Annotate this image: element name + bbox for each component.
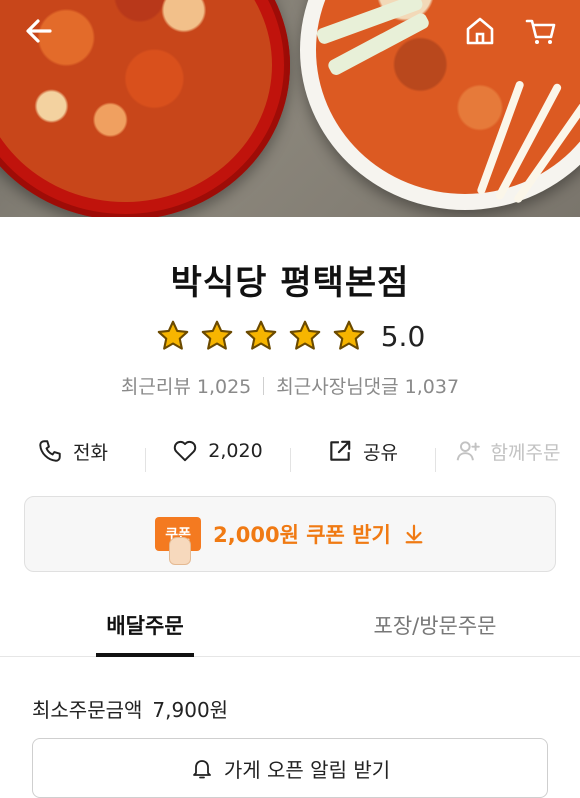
order-type-tabs: 배달주문 포장/방문주문 — [0, 598, 580, 657]
group-order-label: 함께주문 — [490, 441, 561, 464]
store-hero-image — [0, 0, 580, 217]
star-icon — [333, 320, 365, 350]
download-arrow-icon — [403, 523, 425, 545]
add-person-icon — [456, 441, 480, 461]
home-icon — [466, 17, 494, 45]
heart-icon — [174, 440, 197, 462]
call-button[interactable]: 전화 — [0, 438, 145, 465]
tab-delivery[interactable]: 배달주문 — [0, 598, 290, 657]
recent-reviews-link[interactable]: 최근리뷰 1,025 — [121, 372, 251, 399]
pointing-hand-icon — [169, 537, 192, 565]
back-button[interactable] — [22, 14, 56, 48]
store-actions: 전화 2,020 공유 함께주문 — [0, 428, 580, 474]
open-alert-label: 가게 오픈 알림 받기 — [223, 757, 391, 782]
rating-value: 5.0 — [380, 319, 426, 353]
star-icon — [157, 320, 189, 350]
cart-icon — [525, 19, 556, 44]
like-count: 2,020 — [208, 440, 263, 462]
star-icon — [289, 320, 321, 350]
min-order-label: 최소주문금액 — [32, 698, 143, 722]
star-icon — [201, 320, 233, 350]
star-icon — [245, 320, 277, 350]
call-label: 전화 — [73, 441, 108, 464]
home-button[interactable] — [463, 14, 497, 48]
share-icon — [330, 440, 351, 461]
coupon-download-button[interactable]: 쿠폰 2,000원 쿠폰 받기 — [24, 496, 556, 572]
group-order-button[interactable]: 함께주문 — [435, 438, 580, 472]
open-alert-button[interactable]: 가게 오픈 알림 받기 — [32, 738, 548, 798]
tab-pickup[interactable]: 포장/방문주문 — [290, 598, 580, 656]
like-button[interactable]: 2,020 — [145, 438, 290, 472]
share-button[interactable]: 공유 — [290, 438, 435, 472]
coupon-badge-icon: 쿠폰 — [155, 517, 202, 565]
owner-replies-count: 최근사장님댓글 1,037 — [276, 376, 460, 398]
arrow-left-icon — [26, 19, 52, 43]
min-order-amount: 최소주문금액 7,900원 — [32, 694, 228, 723]
cart-button[interactable] — [524, 14, 558, 48]
phone-icon — [39, 440, 61, 462]
share-label: 공유 — [363, 441, 398, 464]
min-order-value: 7,900원 — [152, 698, 229, 722]
rating-row: 5.0 — [0, 318, 580, 354]
divider — [263, 376, 265, 395]
store-name: 박식당 평택본점 — [170, 263, 410, 303]
coupon-text: 2,000원 쿠폰 받기 — [213, 523, 391, 547]
review-stats: 최근리뷰 1,025 최근사장님댓글 1,037 — [0, 372, 580, 399]
bell-icon — [192, 760, 211, 779]
